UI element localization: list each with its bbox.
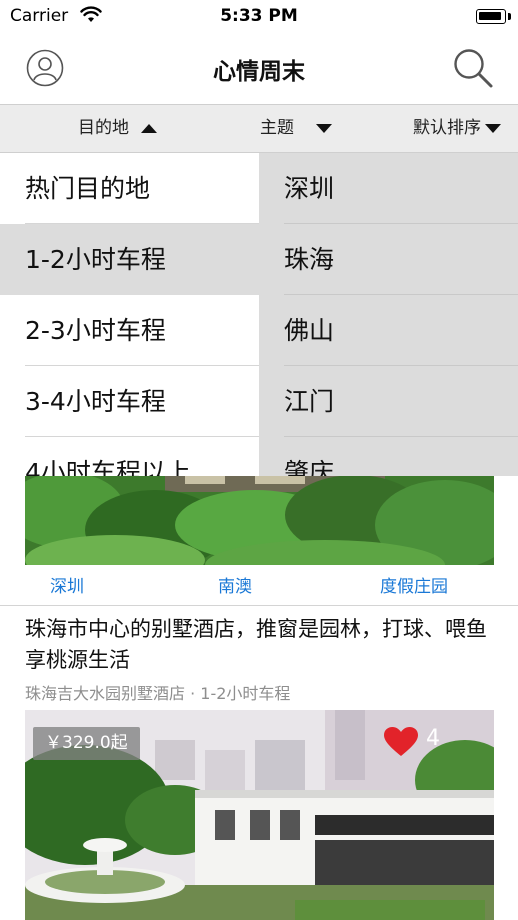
city-item[interactable]: 肇庆 (259, 437, 518, 476)
price-badge: ￥329.0起 (33, 727, 140, 760)
city-item-label: 江门 (284, 387, 335, 416)
card-title[interactable]: 珠海市中心的别墅酒店，推窗是园林，打球、喂鱼享桃源生活 (25, 614, 495, 676)
city-item-label: 肇庆 (284, 458, 335, 476)
category-item-hot[interactable]: 热门目的地 (0, 153, 259, 224)
category-item-3-4h[interactable]: 3-4小时车程 (0, 366, 259, 437)
like-count: 4 (426, 726, 440, 751)
category-item-1-2h[interactable]: 1-2小时车程 (0, 224, 259, 295)
card-photo[interactable] (25, 470, 494, 565)
tag-city[interactable]: 深圳 (50, 572, 84, 597)
category-item-2-3h[interactable]: 2-3小时车程 (0, 295, 259, 366)
category-item-label: 3-4小时车程 (25, 387, 166, 416)
category-item-4h-plus[interactable]: 4小时车程以上 (0, 437, 259, 476)
category-item-label: 4小时车程以上 (25, 458, 191, 476)
card-subtitle: 珠海吉大水园别墅酒店 · 1-2小时车程 (25, 684, 291, 703)
city-item-label: 珠海 (284, 245, 335, 274)
heart-icon[interactable] (384, 727, 418, 757)
category-item-label: 2-3小时车程 (25, 316, 166, 345)
city-item-label: 深圳 (284, 174, 335, 203)
tag-type[interactable]: 度假庄园 (380, 572, 448, 597)
category-list: 热门目的地 1-2小时车程 2-3小时车程 3-4小时车程 4小时车程以上 (0, 153, 259, 476)
category-item-label: 热门目的地 (25, 174, 151, 203)
tag-area[interactable]: 南澳 (218, 572, 252, 597)
destination-dropdown: 热门目的地 1-2小时车程 2-3小时车程 3-4小时车程 4小时车程以上 深圳… (0, 153, 518, 476)
city-item[interactable]: 深圳 (259, 153, 518, 224)
card-tags-row: 深圳 南澳 度假庄园 (0, 568, 518, 606)
category-item-label: 1-2小时车程 (25, 245, 166, 274)
city-list: 深圳 珠海 佛山 江门 肇庆 (259, 153, 518, 476)
city-item[interactable]: 珠海 (259, 224, 518, 295)
city-item-label: 佛山 (284, 316, 335, 345)
city-item[interactable]: 佛山 (259, 295, 518, 366)
city-item[interactable]: 江门 (259, 366, 518, 437)
